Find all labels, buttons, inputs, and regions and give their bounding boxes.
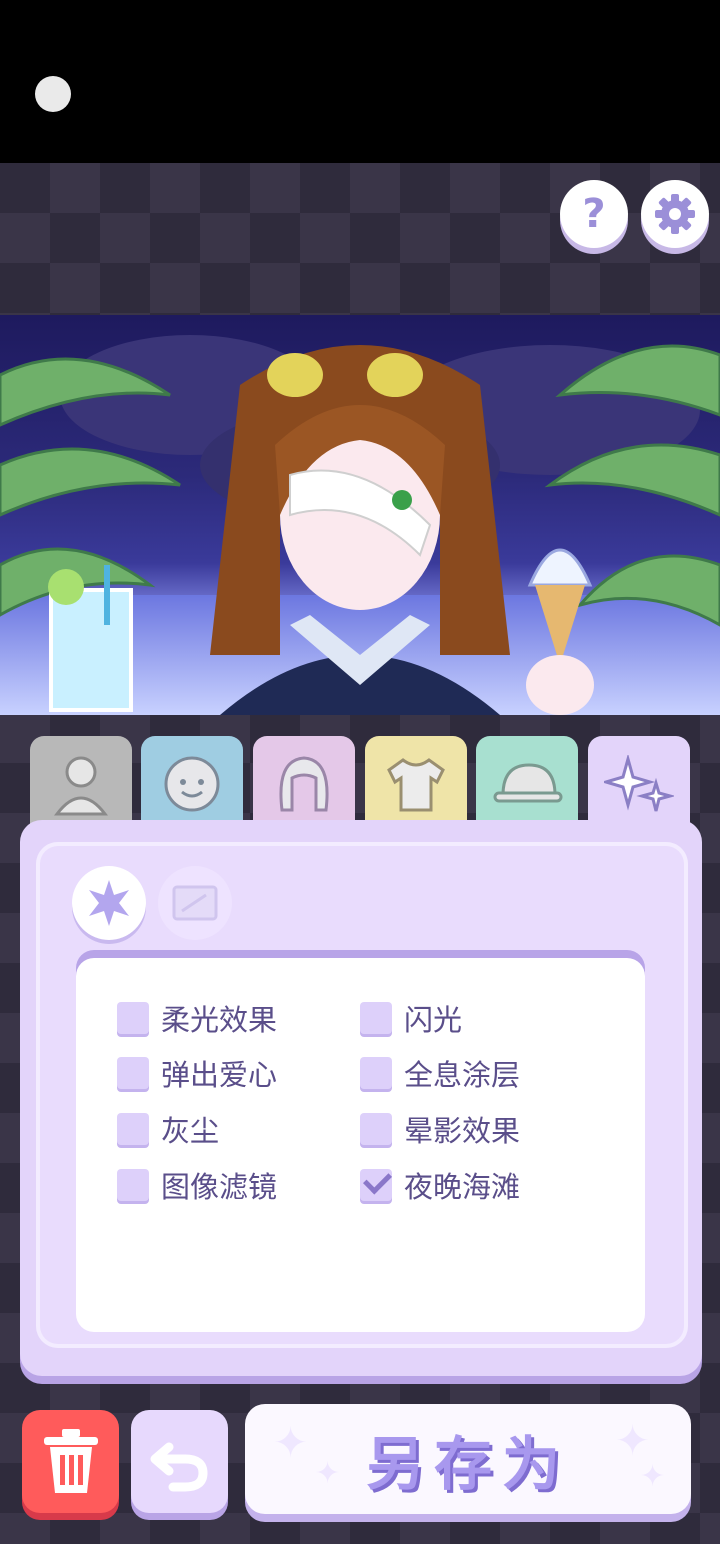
help-button[interactable]: ? xyxy=(560,180,628,248)
checkbox-checked[interactable] xyxy=(360,1169,392,1201)
option-label: 弹出爱心 xyxy=(161,1058,278,1092)
cap-icon xyxy=(493,763,563,803)
checkbox[interactable] xyxy=(117,1169,149,1201)
option-label: 灰尘 xyxy=(161,1114,220,1148)
checkbox[interactable] xyxy=(360,1113,392,1145)
undo-icon xyxy=(150,1442,208,1491)
option-pop-hearts[interactable]: 弹出爱心 xyxy=(117,1053,277,1093)
option-dust[interactable]: 灰尘 xyxy=(117,1109,219,1149)
option-vignette[interactable]: 晕影效果 xyxy=(360,1109,520,1149)
drink-glass xyxy=(48,565,133,712)
delete-button[interactable] xyxy=(22,1410,119,1513)
star-burst-icon xyxy=(89,880,129,926)
camera-cutout xyxy=(35,76,71,112)
ice-cream xyxy=(526,548,594,715)
tab-accessories[interactable] xyxy=(476,736,578,832)
trash-icon xyxy=(43,1428,98,1493)
checkbox[interactable] xyxy=(117,1002,149,1034)
face-icon xyxy=(164,756,220,812)
undo-button[interactable] xyxy=(131,1410,228,1513)
option-night-beach[interactable]: 夜晚海滩 xyxy=(360,1165,520,1205)
option-label: 柔光效果 xyxy=(161,1003,278,1037)
option-label: 晕影效果 xyxy=(404,1114,521,1148)
tab-face[interactable] xyxy=(141,736,243,832)
frame-icon xyxy=(172,885,218,921)
option-soft-light[interactable]: 柔光效果 xyxy=(117,998,277,1038)
sparkle-icon: ✦ xyxy=(273,1418,309,1467)
subtab-frames[interactable] xyxy=(158,866,232,940)
status-bar xyxy=(0,0,720,163)
option-label: 夜晚海滩 xyxy=(404,1170,521,1204)
subtab-effects[interactable] xyxy=(72,866,146,940)
character-preview xyxy=(0,315,720,715)
question-mark-icon: ? xyxy=(582,191,606,237)
checkbox[interactable] xyxy=(117,1057,149,1089)
sparkle-icon: ✦ xyxy=(315,1456,341,1491)
sparkle-icon: ✦ xyxy=(615,1416,651,1465)
shirt-icon xyxy=(387,758,445,812)
tab-hair[interactable] xyxy=(253,736,355,832)
settings-button[interactable] xyxy=(641,180,709,248)
option-label: 闪光 xyxy=(404,1003,463,1037)
tab-body[interactable] xyxy=(30,736,132,832)
option-image-filter[interactable]: 图像滤镜 xyxy=(117,1165,277,1205)
checkbox[interactable] xyxy=(360,1057,392,1089)
tab-clothes[interactable] xyxy=(365,736,467,832)
checkbox[interactable] xyxy=(117,1113,149,1145)
silhouette-icon xyxy=(53,756,109,816)
save-as-label: 另存为 xyxy=(365,1430,570,1498)
sparkle-icon: ✦ xyxy=(640,1459,666,1494)
hair-icon xyxy=(279,756,329,812)
option-label: 图像滤镜 xyxy=(161,1170,278,1204)
checkbox[interactable] xyxy=(360,1002,392,1034)
character-sprite xyxy=(210,345,510,715)
option-label: 全息涂层 xyxy=(404,1058,521,1092)
save-as-button[interactable]: ✦ ✦ ✦ ✦ 另存为 xyxy=(245,1404,691,1514)
option-holographic[interactable]: 全息涂层 xyxy=(360,1053,520,1093)
gear-icon xyxy=(655,194,695,234)
option-flash[interactable]: 闪光 xyxy=(360,998,462,1038)
sparkles-icon xyxy=(604,755,674,812)
